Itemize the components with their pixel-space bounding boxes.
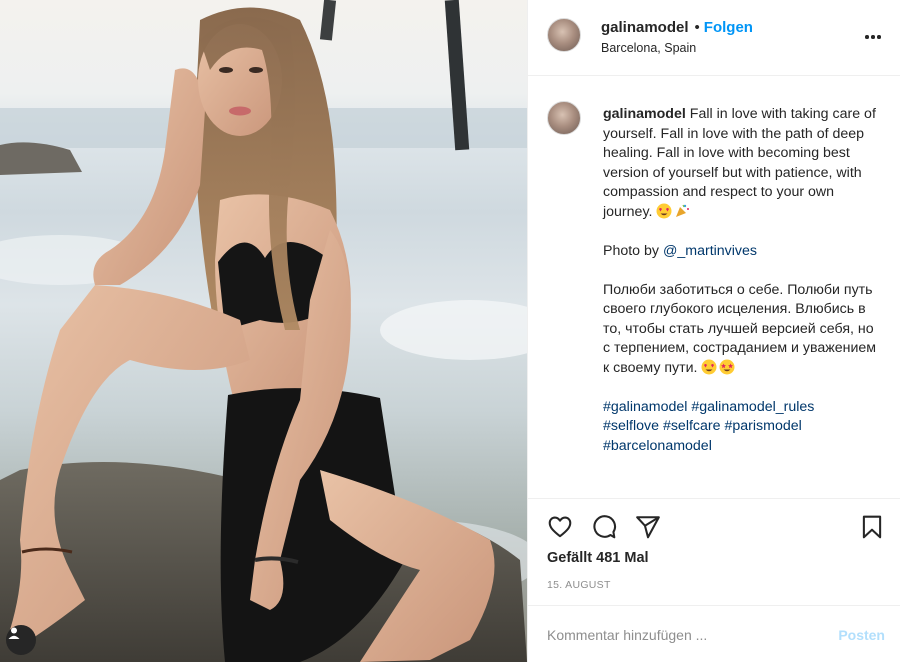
comment-bar: Posten bbox=[528, 605, 900, 662]
hashtag-link[interactable]: #selflove bbox=[603, 418, 659, 434]
comment-input[interactable] bbox=[547, 624, 807, 646]
caption-username-link[interactable]: galinamodel bbox=[603, 106, 686, 122]
hashtag-link[interactable]: #galinamodel bbox=[603, 399, 687, 415]
post-photo[interactable] bbox=[0, 0, 527, 662]
avatar[interactable] bbox=[547, 18, 581, 52]
post-date[interactable]: 15. AUGUST bbox=[547, 579, 611, 591]
caption-area: galinamodel Fall in love with taking care… bbox=[528, 77, 900, 499]
separator-dot: • bbox=[694, 19, 700, 36]
comment-icon[interactable] bbox=[591, 514, 617, 540]
post-comment-button[interactable]: Posten bbox=[838, 627, 885, 643]
header-user-line: galinamodel • Folgen bbox=[601, 19, 753, 37]
heart-icon[interactable] bbox=[547, 514, 573, 540]
username-link[interactable]: galinamodel bbox=[601, 19, 689, 36]
follow-button[interactable]: Folgen bbox=[704, 19, 753, 36]
post-header: galinamodel • Folgen Barcelona, Spain bbox=[528, 0, 900, 76]
hashtag-link[interactable]: #selfcare bbox=[663, 418, 721, 434]
post-side-panel: galinamodel • Folgen Barcelona, Spain gali… bbox=[527, 0, 900, 662]
location-link[interactable]: Barcelona, Spain bbox=[601, 41, 696, 55]
photo-scene bbox=[0, 0, 527, 662]
star-struck-emoji-icon bbox=[719, 359, 735, 374]
more-horizontal-icon[interactable] bbox=[863, 27, 883, 47]
caption-text: galinamodel Fall in love with taking care… bbox=[603, 105, 883, 456]
tagged-user-icon[interactable] bbox=[6, 625, 36, 655]
action-bar bbox=[528, 500, 900, 550]
photo-by-label: Photo by bbox=[603, 242, 660, 259]
caption-text-ru: Полюби заботиться о себе. Полюби путь св… bbox=[603, 281, 881, 376]
paper-plane-icon[interactable] bbox=[635, 514, 661, 540]
bookmark-icon[interactable] bbox=[859, 514, 885, 540]
caption-text-en: Fall in love with taking care of yoursel… bbox=[603, 106, 880, 220]
hashtag-link[interactable]: #parismodel bbox=[724, 418, 801, 434]
caption-avatar[interactable] bbox=[547, 101, 581, 135]
mention-link[interactable]: @_martinvives bbox=[663, 243, 757, 259]
heart-eyes-emoji-icon bbox=[656, 203, 672, 218]
party-popper-emoji-icon bbox=[676, 204, 690, 217]
hashtag-link[interactable]: #galinamodel_rules bbox=[691, 399, 814, 415]
heart-eyes-emoji-icon bbox=[701, 359, 717, 374]
hashtag-link[interactable]: #barcelonamodel bbox=[603, 438, 712, 454]
like-count[interactable]: Gefällt 481 Mal bbox=[547, 550, 649, 566]
